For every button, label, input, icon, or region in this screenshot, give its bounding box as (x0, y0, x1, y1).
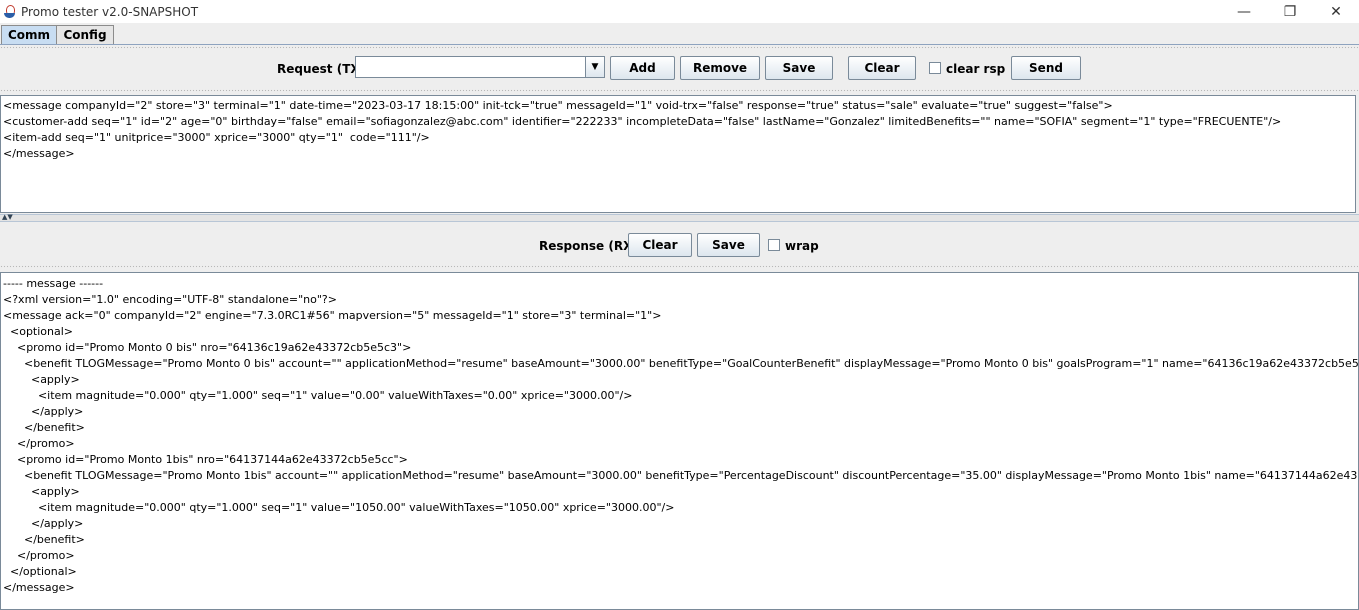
send-button[interactable]: Send (1011, 56, 1081, 80)
clear-request-button[interactable]: Clear (848, 56, 916, 80)
response-text-line: <promo id="Promo Monto 1bis" nro="641371… (3, 453, 408, 466)
response-text-line: </message> (3, 581, 75, 594)
clear-rsp-label: clear rsp (946, 62, 1006, 76)
clear-response-button[interactable]: Clear (628, 233, 692, 257)
save-response-button[interactable]: Save (697, 233, 760, 257)
response-text-line: <promo id="Promo Monto 0 bis" nro="64136… (3, 341, 412, 354)
request-toolbar: Request (TX) ▼ Add Remove Save Clear cle… (0, 49, 1359, 89)
response-textarea[interactable]: ----- message ------ <?xml version="1.0" … (0, 272, 1359, 610)
response-text-line: </promo> (3, 437, 75, 450)
java-app-icon (3, 4, 17, 19)
wrap-checkbox[interactable] (768, 239, 780, 251)
response-text-line: </apply> (3, 517, 84, 530)
add-button[interactable]: Add (610, 56, 675, 80)
response-text-line: <apply> (3, 373, 80, 386)
request-label: Request (TX) (277, 62, 366, 76)
save-request-button[interactable]: Save (765, 56, 833, 80)
split-arrows-icon[interactable]: ▲▼ (2, 213, 13, 221)
tab-bar: Comm Config (0, 24, 1359, 45)
request-text-line: <customer-add seq="1" id="2" age="0" bir… (3, 115, 1282, 128)
tab-config[interactable]: Config (56, 25, 114, 44)
response-text-line: <item magnitude="0.000" qty="1.000" seq=… (3, 501, 675, 514)
tab-comm[interactable]: Comm (1, 25, 57, 44)
request-combo[interactable]: ▼ (355, 56, 605, 78)
response-text-line: <benefit TLOGMessage="Promo Monto 1bis" … (3, 469, 1359, 482)
window-title: Promo tester v2.0-SNAPSHOT (21, 4, 199, 19)
response-text-line: <benefit TLOGMessage="Promo Monto 0 bis"… (3, 357, 1359, 370)
response-text-line: ----- message ------ (3, 277, 104, 290)
request-text-line: <item-add seq="1" unitprice="3000" xpric… (3, 131, 430, 144)
separator (0, 265, 1359, 268)
title-bar: Promo tester v2.0-SNAPSHOT — ❐ ✕ (0, 0, 1359, 23)
response-text-line: </promo> (3, 549, 75, 562)
separator (0, 89, 1359, 92)
response-text-line: <optional> (3, 325, 74, 338)
remove-button[interactable]: Remove (680, 56, 760, 80)
response-text-line: <apply> (3, 485, 80, 498)
minimize-button[interactable]: — (1221, 0, 1267, 23)
request-text-line: </message> (3, 147, 75, 160)
response-text-line: </benefit> (3, 421, 85, 434)
response-text-line: </apply> (3, 405, 84, 418)
chevron-down-icon[interactable]: ▼ (585, 57, 604, 77)
split-divider[interactable]: ▲▼ (0, 213, 1359, 222)
response-text-line: </benefit> (3, 533, 85, 546)
clear-rsp-checkbox[interactable] (929, 62, 941, 74)
request-textarea[interactable]: <message companyId="2" store="3" termina… (0, 95, 1356, 213)
response-label: Response (RX) (539, 239, 638, 253)
maximize-button[interactable]: ❐ (1267, 0, 1313, 23)
response-text-line: <message ack="0" companyId="2" engine="7… (3, 309, 662, 322)
window-controls: — ❐ ✕ (1221, 0, 1359, 23)
response-toolbar: Response (RX) Clear Save wrap (0, 226, 1359, 266)
response-text-line: <item magnitude="0.000" qty="1.000" seq=… (3, 389, 633, 402)
request-text-line: <message companyId="2" store="3" termina… (3, 99, 1113, 112)
response-text-line: <?xml version="1.0" encoding="UTF-8" sta… (3, 293, 337, 306)
close-button[interactable]: ✕ (1313, 0, 1359, 23)
response-text-line: </optional> (3, 565, 77, 578)
wrap-label: wrap (785, 239, 819, 253)
